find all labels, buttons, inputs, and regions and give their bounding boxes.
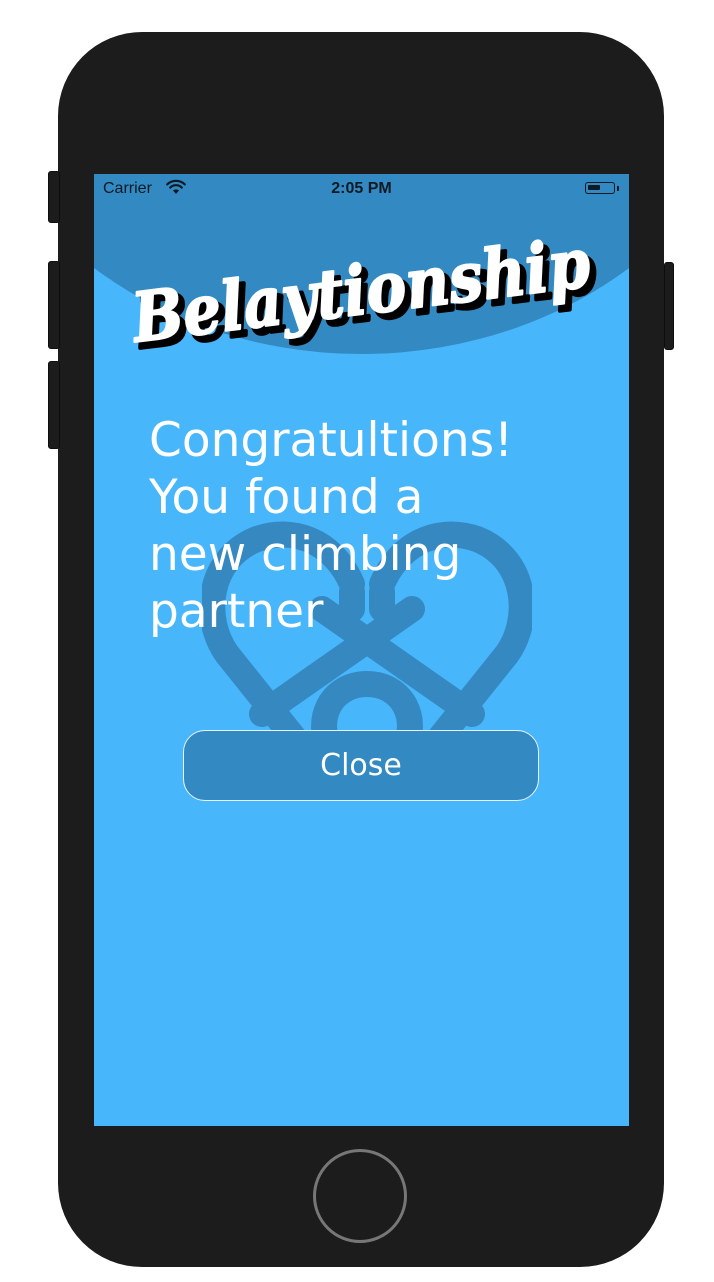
battery-tip [617, 186, 619, 191]
app-screen: Carrier 2:05 PM Belaytionship Belaytions… [94, 174, 629, 1126]
congratulations-message: Congratultions! You found a new climbing… [149, 412, 609, 640]
message-line-3: new climbing [149, 527, 462, 582]
app-logo: Belaytionship Belaytionship [125, 222, 602, 350]
silent-switch [48, 171, 60, 223]
status-time: 2:05 PM [331, 180, 392, 197]
message-line-4: partner [149, 584, 324, 639]
message-line-1: Congratultions! [149, 413, 513, 468]
close-button-label: Close [320, 748, 402, 783]
message-line-2: You found a [149, 470, 424, 525]
volume-down-button [48, 361, 60, 449]
logo-text: Belaytionship [126, 223, 594, 350]
volume-up-button [48, 261, 60, 349]
home-button-icon[interactable] [313, 1149, 407, 1243]
battery-icon [585, 182, 615, 194]
close-button[interactable]: Close [183, 730, 539, 801]
status-bar: Carrier 2:05 PM [94, 174, 629, 202]
power-button [664, 262, 674, 350]
battery-fill [588, 185, 600, 190]
